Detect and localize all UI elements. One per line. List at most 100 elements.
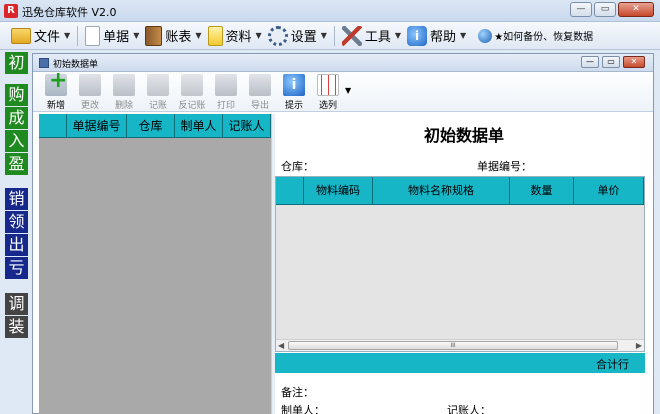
menu-settings[interactable]: 设置 ▼ bbox=[265, 24, 330, 48]
nav-transfer[interactable]: 调 bbox=[5, 293, 28, 315]
backup-help-link[interactable]: ★如何备份、恢复数据 bbox=[475, 24, 596, 48]
menu-tools-label: 工具 bbox=[364, 30, 391, 45]
col-quantity[interactable]: 数量 bbox=[510, 177, 574, 205]
chevron-down-icon[interactable]: ▼ bbox=[345, 74, 351, 111]
close-button[interactable]: ✕ bbox=[618, 2, 654, 17]
globe-icon bbox=[478, 28, 493, 43]
form-title: 初始数据单 bbox=[423, 126, 504, 145]
maximize-button[interactable]: ▭ bbox=[594, 2, 616, 17]
edit-button[interactable]: 更改 bbox=[73, 74, 107, 111]
nav-surplus[interactable]: 盈 bbox=[5, 153, 28, 175]
col-warehouse[interactable]: 仓库 bbox=[127, 114, 175, 138]
menu-info-label: 资料 bbox=[225, 30, 252, 45]
minimize-button[interactable]: — bbox=[570, 2, 592, 17]
menu-bill[interactable]: 单据 ▼ bbox=[82, 24, 142, 48]
add-icon bbox=[45, 68, 67, 96]
child-minimize-button[interactable]: — bbox=[581, 56, 599, 68]
unpost-button-label: 反记账 bbox=[178, 101, 206, 111]
document-icon bbox=[85, 25, 101, 46]
child-toolbar: 新增 更改 删除 记账 反记账 打印 导出 i 提示 bbox=[33, 68, 653, 112]
menu-help[interactable]: i 帮助 ▼ bbox=[404, 24, 469, 48]
row-selector-header bbox=[39, 114, 67, 138]
horizontal-scrollbar[interactable]: ◀ III ▶ bbox=[276, 339, 644, 351]
col-poster[interactable]: 记账人 bbox=[223, 114, 271, 138]
menu-ledger[interactable]: 账表 ▼ bbox=[142, 24, 204, 48]
bill-list-header: 单据编号 仓库 制单人 记账人 bbox=[39, 114, 271, 138]
scroll-right-icon[interactable]: ▶ bbox=[636, 341, 642, 350]
chevron-down-icon: ▼ bbox=[64, 31, 71, 40]
toolbar-separator bbox=[333, 25, 335, 46]
left-category-bar: 初 购 成 入 盈 销 领 出 亏 调 装 bbox=[0, 50, 30, 414]
lock-icon bbox=[147, 74, 169, 96]
child-maximize-button[interactable]: ▭ bbox=[602, 56, 620, 68]
unlock-icon bbox=[181, 74, 203, 96]
bill-no-label: 单据编号： bbox=[477, 160, 532, 173]
post-button[interactable]: 记账 bbox=[141, 74, 175, 111]
print-button-label: 打印 bbox=[216, 101, 235, 111]
maker-label: 制单人： bbox=[281, 404, 325, 414]
edit-icon bbox=[79, 74, 101, 96]
delete-button-label: 删除 bbox=[114, 101, 133, 111]
print-button[interactable]: 打印 bbox=[209, 74, 243, 111]
toolbar-separator bbox=[77, 25, 79, 46]
col-maker[interactable]: 制单人 bbox=[175, 114, 223, 138]
remark-label: 备注： bbox=[281, 386, 314, 399]
nav-assembly[interactable]: 装 bbox=[5, 316, 28, 338]
nav-initial[interactable]: 初 bbox=[5, 52, 28, 74]
bill-list-body bbox=[39, 138, 271, 414]
columns-button[interactable]: 选列 bbox=[311, 74, 345, 111]
child-close-button[interactable]: ✕ bbox=[623, 56, 645, 68]
new-button-label: 新增 bbox=[46, 101, 65, 111]
chevron-down-icon: ▼ bbox=[195, 31, 202, 40]
bill-form: 初始数据单 仓库： 单据编号： 物料编码 物料名称规格 数量 单价 ◀ III … bbox=[275, 114, 653, 414]
nav-stock-in[interactable]: 入 bbox=[5, 130, 28, 152]
nav-loss[interactable]: 亏 bbox=[5, 257, 28, 279]
item-detail-grid[interactable]: 物料编码 物料名称规格 数量 单价 ◀ III ▶ bbox=[275, 176, 645, 352]
info-icon: i bbox=[283, 74, 305, 96]
window-controls: — ▭ ✕ bbox=[570, 2, 654, 17]
chevron-down-icon: ▼ bbox=[394, 31, 402, 40]
nav-stock-out[interactable]: 出 bbox=[5, 234, 28, 256]
nav-product-in[interactable]: 成 bbox=[5, 107, 28, 129]
columns-icon bbox=[317, 74, 339, 96]
tips-button[interactable]: i 提示 bbox=[277, 74, 311, 111]
gear-icon bbox=[267, 25, 288, 46]
menu-bill-label: 单据 bbox=[103, 30, 130, 45]
menu-tools[interactable]: 工具 ▼ bbox=[339, 24, 404, 48]
printer-icon bbox=[215, 74, 237, 96]
child-window-controls: — ▭ ✕ bbox=[581, 56, 645, 68]
menu-file-label: 文件 bbox=[34, 30, 61, 45]
bill-list-grid[interactable]: 单据编号 仓库 制单人 记账人 bbox=[39, 114, 271, 414]
scrollbar-thumb[interactable]: III bbox=[288, 341, 618, 350]
menu-file[interactable]: 文件 ▼ bbox=[8, 24, 73, 48]
nav-sales[interactable]: 销 bbox=[5, 188, 28, 210]
col-unit-price[interactable]: 单价 bbox=[574, 177, 644, 205]
menu-info[interactable]: 资料 ▼ bbox=[205, 24, 265, 48]
col-material-code[interactable]: 物料编码 bbox=[304, 177, 373, 205]
child-titlebar: 初始数据单 — ▭ ✕ bbox=[33, 54, 653, 72]
delete-icon bbox=[113, 74, 135, 96]
folder-icon bbox=[11, 27, 31, 44]
initial-data-window: 初始数据单 — ▭ ✕ 新增 更改 删除 记账 反记账 打印 bbox=[32, 53, 654, 414]
col-bill-no[interactable]: 单据编号 bbox=[67, 114, 127, 138]
help-info-icon: i bbox=[407, 25, 428, 46]
delete-button[interactable]: 删除 bbox=[107, 74, 141, 111]
form-icon bbox=[39, 58, 49, 68]
total-row: 合计行 bbox=[275, 353, 645, 373]
col-material-name[interactable]: 物料名称规格 bbox=[373, 177, 510, 205]
unpost-button[interactable]: 反记账 bbox=[175, 74, 209, 111]
window-title: 迅免仓库软件 V2.0 bbox=[22, 6, 117, 19]
nav-purchase[interactable]: 购 bbox=[5, 84, 28, 106]
app-logo-icon: R bbox=[4, 4, 18, 18]
export-button[interactable]: 导出 bbox=[243, 74, 277, 111]
scroll-left-icon[interactable]: ◀ bbox=[278, 341, 284, 350]
window-titlebar: R 迅免仓库软件 V2.0 — ▭ ✕ bbox=[0, 0, 660, 22]
nav-requisition[interactable]: 领 bbox=[5, 211, 28, 233]
chevron-down-icon: ▼ bbox=[133, 31, 140, 40]
chevron-down-icon: ▼ bbox=[460, 31, 467, 40]
poster-label: 记账人： bbox=[447, 404, 491, 414]
new-button[interactable]: 新增 bbox=[39, 68, 73, 111]
menu-ledger-label: 账表 bbox=[165, 30, 192, 45]
chevron-down-icon: ▼ bbox=[320, 31, 327, 40]
post-button-label: 记账 bbox=[148, 101, 167, 111]
